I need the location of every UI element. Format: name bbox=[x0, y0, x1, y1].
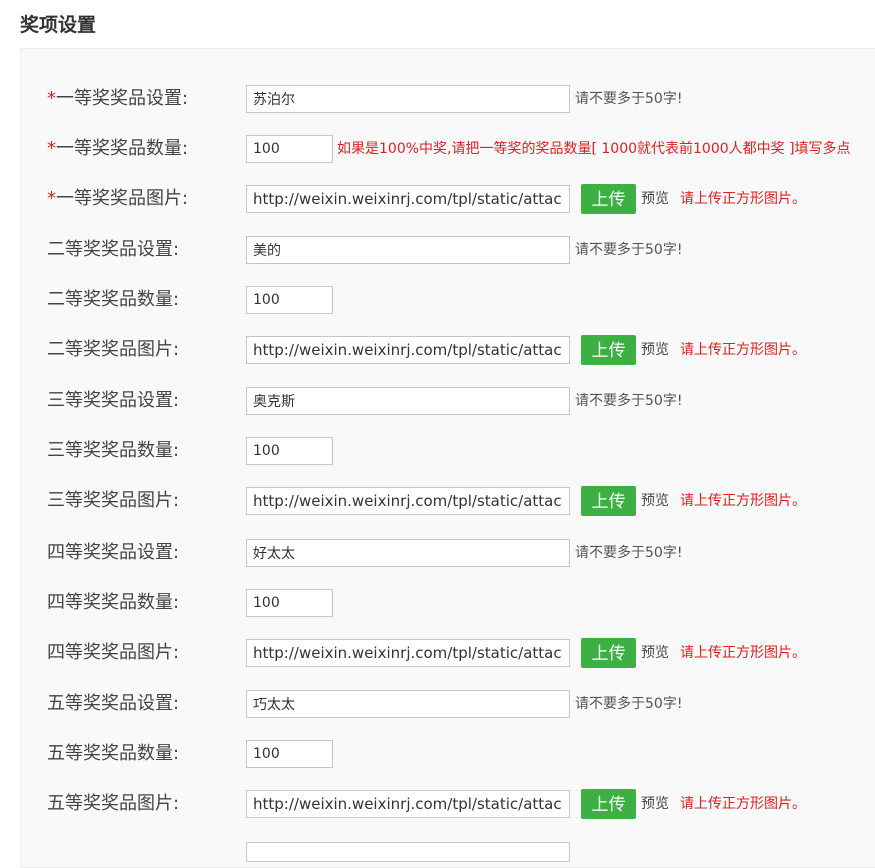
page-title: 奖项设置 bbox=[20, 14, 97, 36]
second-prize-image-label: 二等奖奖品图片: bbox=[47, 339, 180, 360]
fifth-prize-preview-link[interactable]: 预览 bbox=[641, 789, 669, 819]
first-prize-name-row: *一等奖奖品设置: 请不要多于50字! bbox=[0, 84, 875, 114]
square-image-hint: 请上传正方形图片。 bbox=[680, 796, 806, 812]
third-prize-name-input[interactable] bbox=[246, 387, 570, 415]
required-mark: * bbox=[47, 138, 56, 159]
square-image-hint: 请上传正方形图片。 bbox=[680, 342, 806, 358]
fourth-prize-name-input[interactable] bbox=[246, 539, 570, 567]
first-prize-upload-button[interactable]: 上传 bbox=[581, 184, 636, 214]
first-prize-image-row: *一等奖奖品图片: 上传 预览 请上传正方形图片。 bbox=[0, 184, 875, 214]
third-prize-name-label: 三等奖奖品设置: bbox=[47, 390, 180, 411]
label-text: 一等奖奖品设置: bbox=[56, 88, 189, 109]
second-prize-quantity-row: 二等奖奖品数量: bbox=[0, 285, 875, 315]
label-text: 一等奖奖品图片: bbox=[56, 188, 189, 209]
first-prize-image-label: *一等奖奖品图片: bbox=[47, 184, 188, 214]
fourth-prize-quantity-input[interactable] bbox=[246, 589, 333, 617]
first-prize-image-url-input[interactable] bbox=[246, 185, 570, 213]
first-prize-name-input[interactable] bbox=[246, 85, 570, 113]
square-image-hint: 请上传正方形图片。 bbox=[680, 645, 806, 661]
max-length-hint: 请不要多于50字! bbox=[575, 242, 683, 258]
third-prize-quantity-row: 三等奖奖品数量: bbox=[0, 436, 875, 466]
fourth-prize-image-url-input[interactable] bbox=[246, 639, 570, 667]
first-prize-preview-link[interactable]: 预览 bbox=[641, 184, 669, 214]
fifth-prize-image-row: 五等奖奖品图片: 上传 预览 请上传正方形图片。 bbox=[0, 789, 875, 819]
fifth-prize-name-label: 五等奖奖品设置: bbox=[47, 693, 180, 714]
second-prize-quantity-label: 二等奖奖品数量: bbox=[47, 289, 180, 310]
fourth-prize-name-row: 四等奖奖品设置: 请不要多于50字! bbox=[0, 538, 875, 568]
second-prize-name-input[interactable] bbox=[246, 236, 570, 264]
first-prize-quantity-row: *一等奖奖品数量: 如果是100%中奖,请把一等奖的奖品数量[ 1000就代表前… bbox=[0, 134, 875, 164]
second-prize-name-row: 二等奖奖品设置: 请不要多于50字! bbox=[0, 235, 875, 265]
fourth-prize-quantity-row: 四等奖奖品数量: bbox=[0, 588, 875, 618]
required-mark: * bbox=[47, 88, 56, 109]
second-prize-upload-button[interactable]: 上传 bbox=[581, 335, 636, 365]
max-length-hint: 请不要多于50字! bbox=[575, 393, 683, 409]
third-prize-preview-link[interactable]: 预览 bbox=[641, 486, 669, 516]
max-length-hint: 请不要多于50字! bbox=[575, 696, 683, 712]
third-prize-image-label: 三等奖奖品图片: bbox=[47, 490, 180, 511]
second-prize-name-label: 二等奖奖品设置: bbox=[47, 239, 180, 260]
fifth-prize-image-url-input[interactable] bbox=[246, 790, 570, 818]
square-image-hint: 请上传正方形图片。 bbox=[680, 493, 806, 509]
fifth-prize-name-row: 五等奖奖品设置: 请不要多于50字! bbox=[0, 689, 875, 719]
max-length-hint: 请不要多于50字! bbox=[575, 545, 683, 561]
next-row-input[interactable] bbox=[246, 842, 570, 862]
fourth-prize-upload-button[interactable]: 上传 bbox=[581, 638, 636, 668]
second-prize-quantity-input[interactable] bbox=[246, 286, 333, 314]
first-prize-quantity-input[interactable] bbox=[246, 135, 333, 163]
fifth-prize-quantity-label: 五等奖奖品数量: bbox=[47, 743, 180, 764]
second-prize-preview-link[interactable]: 预览 bbox=[641, 335, 669, 365]
third-prize-name-row: 三等奖奖品设置: 请不要多于50字! bbox=[0, 386, 875, 416]
fifth-prize-quantity-input[interactable] bbox=[246, 740, 333, 768]
fourth-prize-image-row: 四等奖奖品图片: 上传 预览 请上传正方形图片。 bbox=[0, 638, 875, 668]
first-prize-name-label: *一等奖奖品设置: bbox=[47, 84, 188, 114]
fourth-prize-name-label: 四等奖奖品设置: bbox=[47, 542, 180, 563]
second-prize-image-url-input[interactable] bbox=[246, 336, 570, 364]
fifth-prize-quantity-row: 五等奖奖品数量: bbox=[0, 739, 875, 769]
label-text: 一等奖奖品数量: bbox=[56, 138, 189, 159]
max-length-hint: 请不要多于50字! bbox=[575, 91, 683, 107]
fifth-prize-image-label: 五等奖奖品图片: bbox=[47, 793, 180, 814]
fifth-prize-name-input[interactable] bbox=[246, 690, 570, 718]
third-prize-quantity-input[interactable] bbox=[246, 437, 333, 465]
required-mark: * bbox=[47, 188, 56, 209]
fourth-prize-quantity-label: 四等奖奖品数量: bbox=[47, 592, 180, 613]
fifth-prize-upload-button[interactable]: 上传 bbox=[581, 789, 636, 819]
first-prize-quantity-label: *一等奖奖品数量: bbox=[47, 134, 188, 164]
third-prize-image-url-input[interactable] bbox=[246, 487, 570, 515]
fourth-prize-preview-link[interactable]: 预览 bbox=[641, 638, 669, 668]
second-prize-image-row: 二等奖奖品图片: 上传 预览 请上传正方形图片。 bbox=[0, 335, 875, 365]
square-image-hint: 请上传正方形图片。 bbox=[680, 191, 806, 207]
third-prize-quantity-label: 三等奖奖品数量: bbox=[47, 440, 180, 461]
third-prize-upload-button[interactable]: 上传 bbox=[581, 486, 636, 516]
quantity-hint: 如果是100%中奖,请把一等奖的奖品数量[ 1000就代表前1000人都中奖 ]… bbox=[337, 141, 851, 157]
third-prize-image-row: 三等奖奖品图片: 上传 预览 请上传正方形图片。 bbox=[0, 486, 875, 516]
fourth-prize-image-label: 四等奖奖品图片: bbox=[47, 642, 180, 663]
